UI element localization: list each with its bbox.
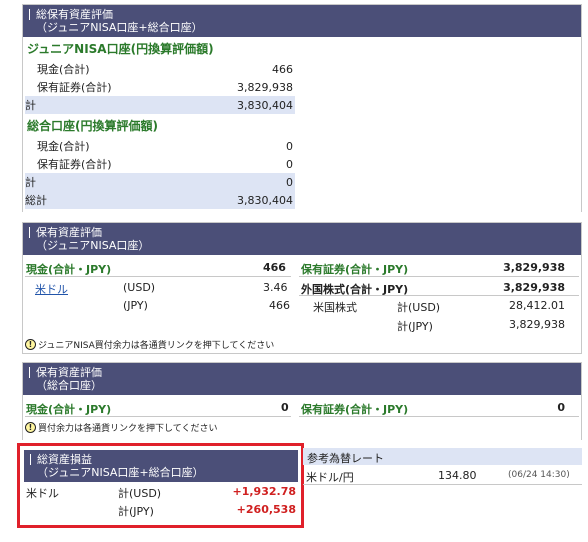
table-row: 総計 3,830,404 — [25, 191, 295, 209]
general-holdings-title: 保有資産評価 — [36, 366, 102, 379]
total-assets-panel: 総保有資産評価 （ジュニアNISA口座+総合口座） ジュニアNISA口座(円換算… — [22, 4, 582, 212]
pnl-subtitle: （ジュニアNISA口座+総合口座） — [37, 466, 204, 479]
general-holdings-panel: 保有資産評価 （総合口座） 現金(合計・JPY) 0 保有証券(合計・JPY) … — [22, 362, 582, 440]
pnl-header: 総資産損益 （ジュニアNISA口座+総合口座） — [24, 450, 298, 482]
total-assets-header: 総保有資産評価 （ジュニアNISA口座+総合口座） — [23, 5, 581, 37]
note-text: ジュニアNISA買付余力は各通貨リンクを押下してください — [38, 341, 275, 351]
jpy-value: 466 — [269, 299, 290, 312]
securities-label: 保有証券(合計) — [37, 81, 112, 94]
usd-value: 3.46 — [263, 281, 288, 294]
junior-holdings-subtitle: （ジュニアNISA口座） — [36, 239, 150, 252]
fx-rate-header: 参考為替レート — [303, 448, 582, 465]
fx-rate-value: 134.80 — [438, 469, 477, 482]
securities-total-value: 3,829,938 — [503, 261, 565, 274]
us-stock-label: 米国株式 — [313, 301, 357, 314]
cash-total-title: 現金(合計・JPY) — [26, 263, 112, 276]
table-row: 保有証券(合計) 3,829,938 — [25, 78, 295, 96]
securities-value: 0 — [286, 157, 293, 171]
junior-holdings-title: 保有資産評価 — [36, 226, 102, 239]
securities-total-value: 0 — [557, 401, 565, 414]
fx-rate-title: 参考為替レート — [307, 452, 384, 465]
subtotal-value: 0 — [186, 173, 295, 191]
table-row: 計 0 — [25, 173, 295, 191]
pnl-jpy-label: 計(JPY) — [118, 505, 154, 518]
table-row: 保有証券(合計) 0 — [25, 155, 295, 173]
pnl-usd-label: 計(USD) — [118, 487, 162, 500]
junior-holdings-header: 保有資産評価 （ジュニアNISA口座） — [23, 223, 581, 255]
cash-value: 466 — [272, 62, 293, 76]
table-row: 現金(合計) 466 — [25, 60, 295, 78]
pnl-currency: 米ドル — [26, 487, 59, 500]
table-row: 現金(合計) 0 — [25, 137, 295, 155]
grand-total-label: 総計 — [25, 191, 187, 209]
us-stock-jpy-value: 3,829,938 — [509, 318, 565, 331]
general-holdings-subtitle: （総合口座） — [36, 379, 102, 392]
securities-label: 保有証券(合計) — [37, 158, 112, 171]
pnl-usd-value: +1,932.78 — [232, 485, 297, 498]
general-account-title: 総合口座(円換算評価額) — [27, 119, 158, 133]
securities-value: 3,829,938 — [237, 80, 293, 94]
cash-value: 0 — [286, 139, 293, 153]
us-stock-usd-label: 計(USD) — [397, 301, 441, 314]
subtotal-label: 計 — [25, 96, 187, 114]
pnl-jpy-value: +260,538 — [236, 503, 296, 516]
info-icon: ! — [25, 422, 36, 433]
junior-buying-power-note: ! ジュニアNISA買付余力は各通貨リンクを押下してください — [25, 338, 274, 351]
buying-power-note: ! 買付余力は各通貨リンクを押下してください — [25, 421, 217, 434]
cash-total-title: 現金(合計・JPY) — [26, 403, 112, 416]
fx-rate-time: (06/24 14:30) — [508, 470, 570, 480]
grand-total-value: 3,830,404 — [186, 191, 295, 209]
total-assets-title: 総保有資産評価 — [36, 8, 113, 21]
table-row: 計 3,830,404 — [25, 96, 295, 114]
pnl-title: 総資産損益 — [37, 453, 92, 466]
cash-total-value: 466 — [263, 261, 286, 274]
us-stock-usd-value: 28,412.01 — [509, 299, 565, 312]
usd-currency-link[interactable]: 米ドル — [35, 281, 68, 297]
general-account-table: 現金(合計) 0 保有証券(合計) 0 計 0 総計 3,830,404 — [25, 137, 295, 209]
securities-total-title: 保有証券(合計・JPY) — [301, 403, 409, 416]
cash-label: 現金(合計) — [37, 140, 90, 153]
securities-total-title: 保有証券(合計・JPY) — [301, 263, 409, 276]
pnl-panel: 総資産損益 （ジュニアNISA口座+総合口座） 米ドル 計(USD) +1,93… — [24, 450, 298, 522]
general-holdings-header: 保有資産評価 （総合口座） — [23, 363, 581, 395]
subtotal-value: 3,830,404 — [186, 96, 295, 114]
foreign-stock-value: 3,829,938 — [503, 281, 565, 294]
fx-pair: 米ドル/円 — [306, 471, 354, 484]
note-text: 買付余力は各通貨リンクを押下してください — [38, 424, 218, 434]
jpy-label: (JPY) — [123, 299, 148, 312]
junior-holdings-panel: 保有資産評価 （ジュニアNISA口座） 現金(合計・JPY) 466 保有証券(… — [22, 222, 582, 354]
info-icon: ! — [25, 339, 36, 350]
junior-nisa-table: 現金(合計) 466 保有証券(合計) 3,829,938 計 3,830,40… — [25, 60, 295, 114]
subtotal-label: 計 — [25, 173, 187, 191]
usd-label: (USD) — [123, 281, 156, 294]
us-stock-jpy-label: 計(JPY) — [397, 320, 433, 333]
cash-total-value: 0 — [281, 401, 289, 414]
junior-nisa-title: ジュニアNISA口座(円換算評価額) — [27, 42, 214, 56]
total-assets-subtitle: （ジュニアNISA口座+総合口座） — [36, 21, 203, 34]
cash-label: 現金(合計) — [37, 63, 90, 76]
